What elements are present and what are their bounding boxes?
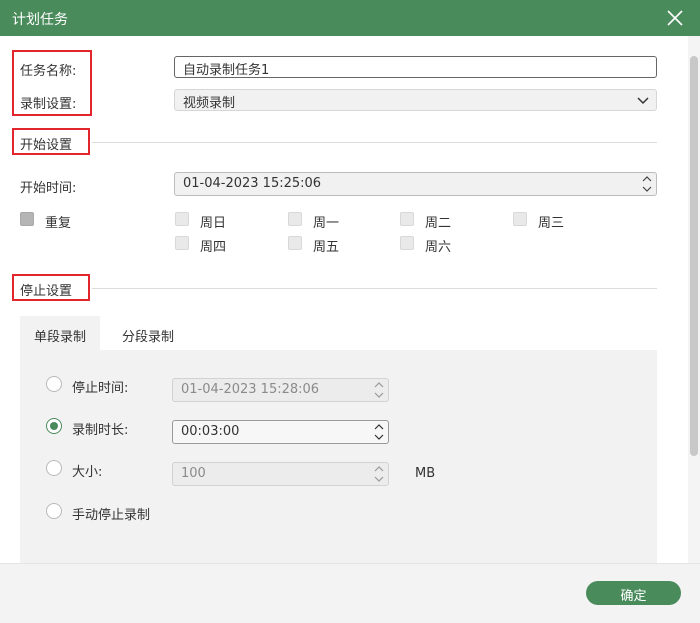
size-radio[interactable] xyxy=(46,460,62,476)
day-label-thu: 周四 xyxy=(200,240,227,255)
start-time-spinbox[interactable]: 01-04-2023 15:25:06 xyxy=(174,172,657,196)
start-section-title: 开始设置 xyxy=(20,138,73,153)
scrollbar-thumb[interactable] xyxy=(690,56,698,456)
day-checkbox-sat[interactable] xyxy=(400,236,414,250)
repeat-label: 重复 xyxy=(45,216,72,231)
record-settings-select[interactable]: 视频录制 xyxy=(174,89,657,111)
spin-arrows-icon[interactable] xyxy=(374,465,384,483)
day-checkbox-thu[interactable] xyxy=(175,236,189,250)
spin-arrows-icon[interactable] xyxy=(642,175,652,193)
stop-time-label: 停止时间: xyxy=(72,381,129,396)
record-settings-label: 录制设置: xyxy=(20,97,77,112)
task-name-value: 自动录制任务1 xyxy=(183,63,270,78)
tab-single-segment[interactable]: 单段录制 xyxy=(20,316,100,350)
start-time-value: 01-04-2023 15:25:06 xyxy=(183,176,322,191)
task-name-label: 任务名称: xyxy=(20,64,77,79)
manual-stop-label: 手动停止录制 xyxy=(72,508,151,523)
day-label-fri: 周五 xyxy=(313,240,340,255)
record-settings-value: 视频录制 xyxy=(183,96,236,111)
spin-arrows-icon[interactable] xyxy=(374,381,384,399)
day-checkbox-sun[interactable] xyxy=(175,212,189,226)
day-label-sat: 周六 xyxy=(425,240,452,255)
close-icon[interactable] xyxy=(664,7,686,29)
duration-radio[interactable] xyxy=(46,418,62,434)
size-label: 大小: xyxy=(72,465,103,480)
start-time-label: 开始时间: xyxy=(20,181,77,196)
window-title: 计划任务 xyxy=(12,12,68,28)
day-checkbox-tue[interactable] xyxy=(400,212,414,226)
duration-label: 录制时长: xyxy=(72,423,129,438)
spin-arrows-icon[interactable] xyxy=(374,423,384,441)
size-value: 100 xyxy=(181,466,206,481)
task-name-input[interactable]: 自动录制任务1 xyxy=(174,56,657,78)
title-bar: 计划任务 xyxy=(0,0,700,36)
stop-section-divider xyxy=(92,288,657,289)
day-checkbox-wed[interactable] xyxy=(513,212,527,226)
day-label-wed: 周三 xyxy=(538,216,565,231)
day-label-sun: 周日 xyxy=(200,216,227,231)
stop-time-spinbox[interactable]: 01-04-2023 15:28:06 xyxy=(172,378,389,402)
size-unit: MB xyxy=(415,466,436,481)
duration-value: 00:03:00 xyxy=(181,424,240,439)
manual-stop-radio[interactable] xyxy=(46,503,62,519)
day-label-tue: 周二 xyxy=(425,216,452,231)
size-spinbox[interactable]: 100 xyxy=(172,462,389,486)
day-checkbox-fri[interactable] xyxy=(288,236,302,250)
ok-button[interactable]: 确定 xyxy=(586,581,681,605)
repeat-checkbox[interactable] xyxy=(20,212,34,226)
chevron-down-icon xyxy=(636,94,650,108)
day-checkbox-mon[interactable] xyxy=(288,212,302,226)
start-section-divider xyxy=(92,142,657,143)
stop-time-value: 01-04-2023 15:28:06 xyxy=(181,382,320,397)
stop-time-radio[interactable] xyxy=(46,376,62,392)
stop-section-title: 停止设置 xyxy=(20,284,73,299)
duration-spinbox[interactable]: 00:03:00 xyxy=(172,420,389,444)
day-label-mon: 周一 xyxy=(313,216,340,231)
tab-multi-segment[interactable]: 分段录制 xyxy=(108,316,188,350)
